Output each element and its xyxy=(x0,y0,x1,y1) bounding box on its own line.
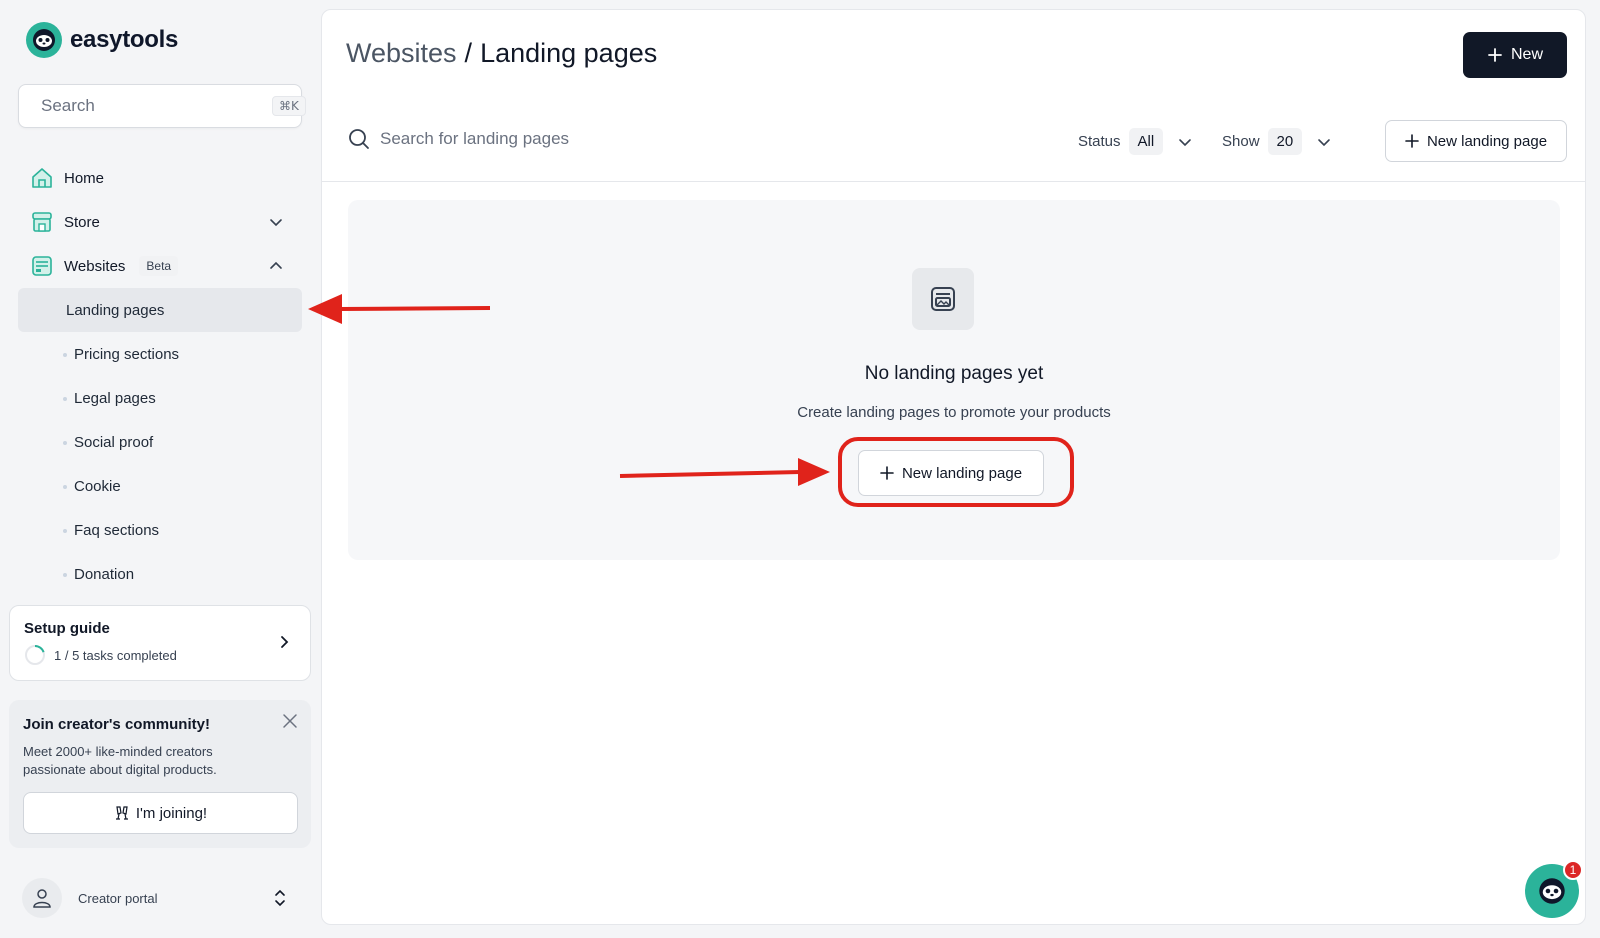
bullet-dot xyxy=(63,485,67,489)
notification-badge: 1 xyxy=(1563,860,1583,880)
status-value: All xyxy=(1128,128,1164,155)
new-landing-page-label: New landing page xyxy=(1426,132,1548,150)
sloth-chat-icon xyxy=(1539,878,1565,904)
sidebar-subitem-landing-pages[interactable]: Landing pages xyxy=(18,288,302,332)
page-title: Landing pages xyxy=(480,38,658,68)
sidebar-item-store[interactable]: Store xyxy=(18,200,302,244)
sidebar-subitem-label: Cookie xyxy=(74,477,121,495)
new-landing-page-button[interactable]: New landing page xyxy=(1385,120,1567,162)
breadcrumb-parent[interactable]: Websites xyxy=(346,38,457,69)
annotation-highlight-box xyxy=(838,437,1074,507)
brand-name: easytools xyxy=(70,26,179,53)
chevron-up-icon[interactable] xyxy=(268,258,284,274)
sidebar-item-home[interactable]: Home xyxy=(18,156,302,200)
progress-ring-icon xyxy=(25,645,45,665)
join-button-label: I'm joining! xyxy=(135,804,208,822)
list-toolbar: Status All Show 20 New landing page xyxy=(322,114,1585,182)
new-button-label: New xyxy=(1510,46,1543,63)
empty-state-title: No landing pages yet xyxy=(864,363,1044,384)
community-text: Meet 2000+ like-minded creators passiona… xyxy=(23,744,217,777)
search-icon xyxy=(349,129,369,149)
chevron-down-icon xyxy=(1179,138,1192,146)
join-community-button[interactable]: I'm joining! xyxy=(23,792,298,834)
bullet-dot xyxy=(63,353,67,357)
setup-guide-title: Setup guide xyxy=(24,620,110,637)
chevron-updown-icon xyxy=(275,889,285,907)
close-icon[interactable] xyxy=(281,712,299,730)
show-label: Show xyxy=(1222,133,1260,150)
show-filter[interactable]: Show 20 xyxy=(1222,128,1332,155)
sidebar-subitem-faq-sections[interactable]: Faq sections xyxy=(18,508,302,552)
beta-badge: Beta xyxy=(139,256,179,276)
plus-icon xyxy=(1488,48,1502,62)
sidebar-subitem-label: Donation xyxy=(74,565,135,583)
shortcut-hint: ⌘K xyxy=(272,96,306,116)
bullet-dot xyxy=(63,397,67,401)
bullet-dot xyxy=(63,529,67,533)
empty-state-subtitle: Create landing pages to promote your pro… xyxy=(797,404,1111,421)
sloth-logo-icon xyxy=(26,22,62,58)
sidebar-search-input[interactable] xyxy=(41,96,262,116)
plus-icon xyxy=(1405,134,1419,148)
bullet-dot xyxy=(63,441,67,445)
landing-search-input[interactable] xyxy=(380,129,780,149)
sidebar-subitem-label: Legal pages xyxy=(74,389,156,407)
sidebar-item-label: Websites xyxy=(64,257,126,275)
sidebar: easytools ⌘K Home Store xyxy=(0,0,320,938)
landing-search[interactable] xyxy=(348,128,780,150)
setup-progress-text: 1 / 5 tasks completed xyxy=(54,647,177,663)
sidebar-item-label: Store xyxy=(64,213,100,231)
cheers-icon xyxy=(115,806,128,820)
sidebar-subitem-label: Social proof xyxy=(74,433,154,451)
sidebar-subitem-label: Faq sections xyxy=(74,521,160,539)
sidebar-subitem-social-proof[interactable]: Social proof xyxy=(18,420,302,464)
community-card: Join creator's community! Meet 2000+ lik… xyxy=(9,700,311,848)
setup-guide-card[interactable]: Setup guide 1 / 5 tasks completed xyxy=(9,605,311,681)
sidebar-nav: Home Store Websites Beta Landing pages P… xyxy=(18,156,302,596)
sidebar-item-label: Home xyxy=(64,169,105,187)
community-title: Join creator's community! xyxy=(23,716,210,733)
sidebar-subitem-donation[interactable]: Donation xyxy=(18,552,302,596)
sidebar-subitem-label: Pricing sections xyxy=(74,345,180,363)
user-icon xyxy=(33,889,51,908)
landing-page-icon xyxy=(912,268,974,330)
status-label: Status xyxy=(1078,133,1121,150)
websites-icon xyxy=(32,256,52,276)
chevron-right-icon xyxy=(281,636,289,648)
sidebar-subitem-label: Landing pages xyxy=(66,301,165,319)
sidebar-search[interactable]: ⌘K xyxy=(18,84,306,128)
sidebar-subitem-cookie[interactable]: Cookie xyxy=(18,464,302,508)
chevron-down-icon xyxy=(1318,138,1331,146)
portal-label: Creator portal xyxy=(78,890,158,906)
store-icon xyxy=(32,212,52,232)
new-button[interactable]: New xyxy=(1463,32,1567,78)
bullet-dot xyxy=(63,573,67,577)
user-avatar xyxy=(22,878,62,918)
sidebar-item-websites[interactable]: Websites Beta xyxy=(18,244,302,288)
brand-logo[interactable]: easytools xyxy=(26,22,178,58)
home-icon xyxy=(32,168,52,188)
chat-widget-button[interactable]: 1 xyxy=(1525,860,1583,918)
status-filter[interactable]: Status All xyxy=(1078,128,1193,155)
creator-portal-switcher[interactable]: Creator portal xyxy=(18,876,302,920)
sidebar-subitem-legal-pages[interactable]: Legal pages xyxy=(18,376,302,420)
sidebar-subitem-pricing-sections[interactable]: Pricing sections xyxy=(18,332,302,376)
show-value: 20 xyxy=(1267,128,1303,155)
breadcrumb-separator: / xyxy=(464,38,473,68)
breadcrumb: Websites / Landing pages xyxy=(346,38,657,69)
chevron-down-icon[interactable] xyxy=(268,214,284,230)
